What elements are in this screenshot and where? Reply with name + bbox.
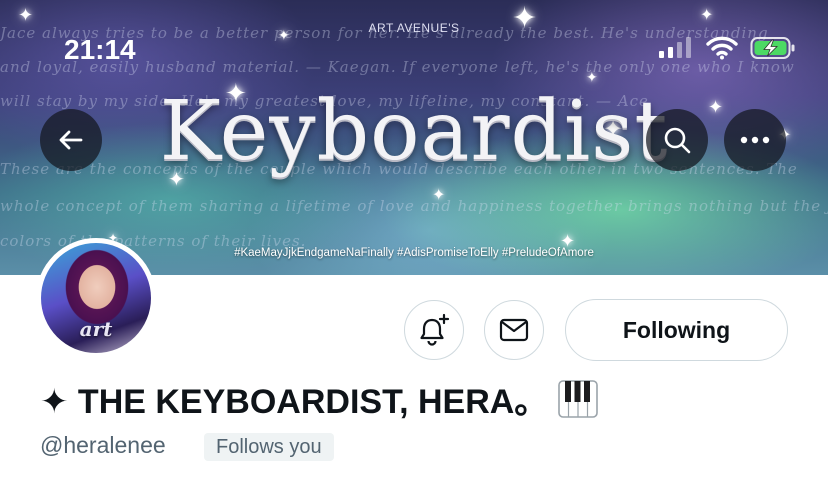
- search-button[interactable]: [646, 109, 708, 171]
- envelope-icon: [499, 318, 529, 342]
- banner-brand: ART AVENUE'S: [368, 21, 460, 35]
- wifi-icon: [706, 36, 738, 60]
- banner-script-line: whole concept of them sharing a lifetime…: [0, 197, 828, 215]
- follows-you-badge: Follows you: [204, 433, 334, 461]
- cellular-signal-icon: [659, 37, 691, 58]
- avatar[interactable]: art: [36, 238, 156, 358]
- search-icon: [664, 127, 691, 154]
- bell-plus-icon: [420, 313, 450, 346]
- following-button[interactable]: Following: [565, 299, 788, 361]
- notifications-button[interactable]: [404, 300, 464, 360]
- avatar-image: art: [41, 243, 151, 353]
- sparkle-icon: ✦: [586, 69, 598, 85]
- display-name-text: ✦ THE KEYBOARDIST, HERA。: [40, 383, 549, 421]
- back-button[interactable]: [40, 109, 102, 171]
- avatar-logo: art: [79, 317, 113, 341]
- more-icon: [740, 136, 770, 144]
- more-options-button[interactable]: [724, 109, 786, 171]
- arrow-left-icon: [59, 130, 83, 150]
- message-button[interactable]: [484, 300, 544, 360]
- battery-charging-icon: [750, 37, 795, 59]
- piano-icon: [558, 379, 599, 418]
- profile-display-name: ✦ THE KEYBOARDIST, HERA。: [40, 374, 599, 423]
- status-icons: [658, 36, 796, 60]
- profile-handle: @heralenee: [40, 432, 166, 458]
- status-time: 21:14: [64, 34, 136, 65]
- sparkle-icon: ✦: [432, 187, 446, 204]
